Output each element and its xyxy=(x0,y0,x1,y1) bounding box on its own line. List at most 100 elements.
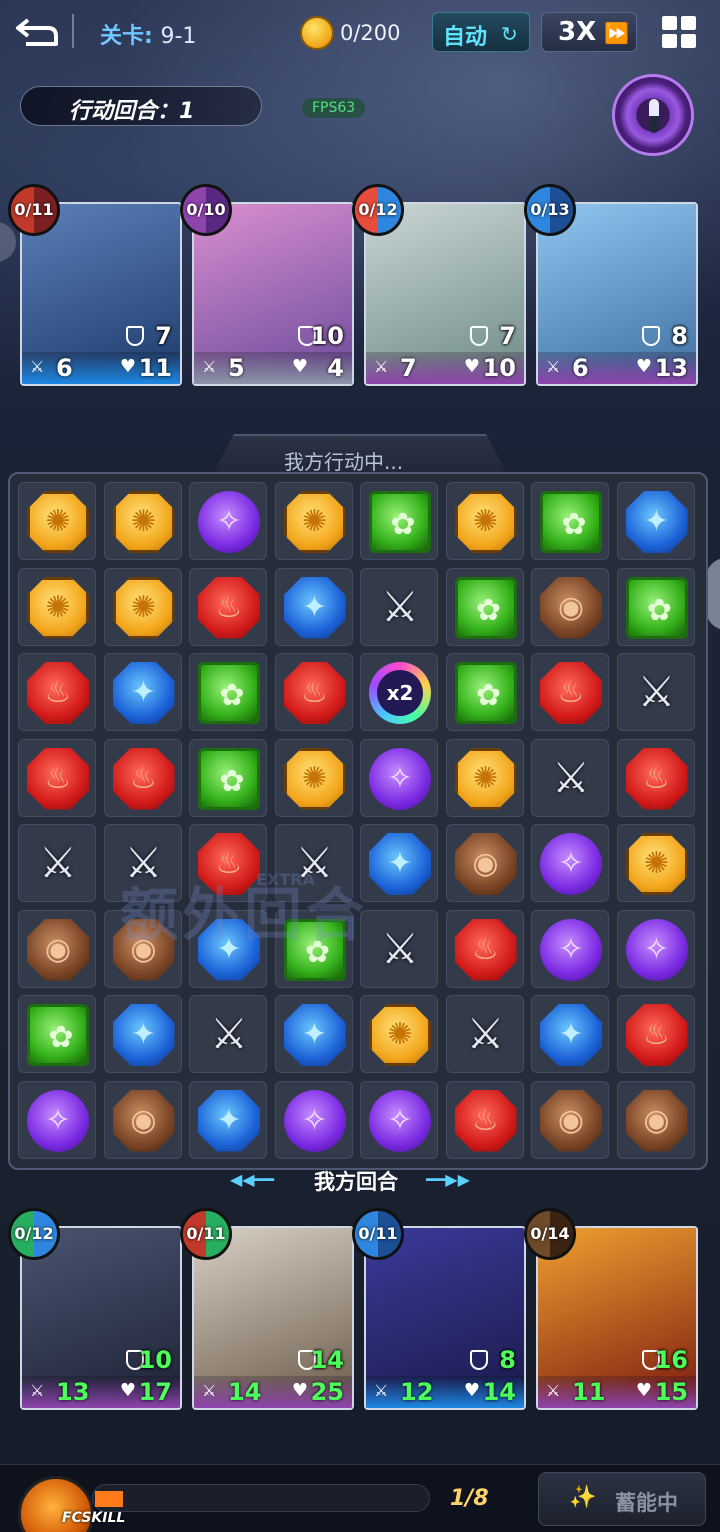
board-cell[interactable]: ✿ xyxy=(445,567,524,646)
sun-gem-icon[interactable]: ✺ xyxy=(27,491,89,553)
board-cell[interactable]: ♨ xyxy=(18,653,96,731)
board-cell[interactable]: ✧ xyxy=(360,738,438,817)
board-cell[interactable]: ✺ xyxy=(18,482,96,560)
sword-gem-icon[interactable]: ⚔ xyxy=(540,748,602,810)
grid-menu-icon[interactable] xyxy=(660,14,700,50)
board-cell[interactable]: ♨ xyxy=(18,738,96,817)
board-cell[interactable]: ✦ xyxy=(189,1080,267,1159)
back-icon[interactable] xyxy=(14,14,60,50)
leaf-gem-icon[interactable]: ✿ xyxy=(625,576,688,639)
board-cell[interactable]: ✺ xyxy=(445,738,524,817)
water-gem-icon[interactable]: ✦ xyxy=(198,1089,260,1152)
compass-icon[interactable] xyxy=(612,74,694,156)
fire-gem-icon[interactable]: ♨ xyxy=(27,662,89,724)
fire-gem-icon[interactable]: ♨ xyxy=(540,662,602,724)
board-cell[interactable]: x2 xyxy=(360,653,438,731)
board-cell[interactable]: ✦ xyxy=(103,995,182,1073)
fire-gem-icon[interactable]: ♨ xyxy=(454,918,517,981)
sun-gem-icon[interactable]: ✺ xyxy=(283,491,346,553)
sword-gem-icon[interactable]: ⚔ xyxy=(198,1004,260,1066)
board-cell[interactable]: ✺ xyxy=(274,482,353,560)
fire-gem-icon[interactable]: ♨ xyxy=(454,1089,517,1152)
board-cell[interactable]: ◉ xyxy=(18,909,96,988)
earth-gem-icon[interactable]: ◉ xyxy=(112,1089,175,1152)
sun-gem-icon[interactable]: ✺ xyxy=(112,576,175,639)
sun-gem-icon[interactable]: ✺ xyxy=(112,491,175,553)
leaf-gem-icon[interactable]: ✿ xyxy=(198,747,260,810)
fire-gem-icon[interactable]: ♨ xyxy=(198,576,260,639)
board-cell[interactable]: ◉ xyxy=(103,1080,182,1159)
board-cell[interactable]: ✺ xyxy=(445,482,524,560)
water-gem-icon[interactable]: ✦ xyxy=(283,1004,346,1066)
void-gem-icon[interactable]: ✧ xyxy=(540,918,602,981)
board-cell[interactable]: ⚔ xyxy=(445,995,524,1073)
board-cell[interactable]: ♨ xyxy=(445,1080,524,1159)
board-cell[interactable]: ✦ xyxy=(360,824,438,902)
board-cell[interactable]: ✺ xyxy=(103,567,182,646)
board-cell[interactable]: ✺ xyxy=(360,995,438,1073)
board-cell[interactable]: ♨ xyxy=(616,738,695,817)
void-gem-icon[interactable]: ✧ xyxy=(283,1089,346,1152)
fire-gem-icon[interactable]: ♨ xyxy=(27,747,89,810)
void-gem-icon[interactable]: ✧ xyxy=(540,833,602,895)
board-cell[interactable]: ✿ xyxy=(360,482,438,560)
sun-gem-icon[interactable]: ✺ xyxy=(625,833,688,895)
board-cell[interactable]: ♨ xyxy=(445,909,524,988)
board-cell[interactable]: ⚔ xyxy=(189,995,267,1073)
leaf-gem-icon[interactable]: ✿ xyxy=(454,576,517,639)
board-cell[interactable]: ♨ xyxy=(189,567,267,646)
void-gem-icon[interactable]: ✧ xyxy=(625,918,688,981)
board-cell[interactable]: ♨ xyxy=(103,738,182,817)
water-gem-icon[interactable]: ✦ xyxy=(540,1004,602,1066)
sun-gem-icon[interactable]: ✺ xyxy=(27,576,89,639)
void-gem-icon[interactable]: ✧ xyxy=(198,491,260,553)
board-cell[interactable]: ✦ xyxy=(103,653,182,731)
water-gem-icon[interactable]: ✦ xyxy=(625,491,688,553)
board-cell[interactable]: ✺ xyxy=(616,824,695,902)
earth-gem-icon[interactable]: ◉ xyxy=(454,833,517,895)
board-cell[interactable]: ✦ xyxy=(531,995,609,1073)
earth-gem-icon[interactable]: ◉ xyxy=(540,1089,602,1152)
void-gem-icon[interactable]: ✧ xyxy=(27,1089,89,1152)
void-gem-icon[interactable]: ✧ xyxy=(369,747,431,810)
sun-gem-icon[interactable]: ✺ xyxy=(283,747,346,810)
board-cell[interactable]: ✧ xyxy=(616,909,695,988)
fire-gem-icon[interactable]: ♨ xyxy=(283,662,346,724)
board-cell[interactable]: ✺ xyxy=(274,738,353,817)
board-cell[interactable]: ✦ xyxy=(274,995,353,1073)
leaf-gem-icon[interactable]: ✿ xyxy=(198,662,260,724)
water-gem-icon[interactable]: ✦ xyxy=(112,662,175,724)
board-cell[interactable]: ✧ xyxy=(18,1080,96,1159)
leaf-gem-icon[interactable]: ✿ xyxy=(454,662,517,724)
board-cell[interactable]: ✦ xyxy=(274,567,353,646)
leaf-gem-icon[interactable]: ✿ xyxy=(369,491,431,553)
sun-gem-icon[interactable]: ✺ xyxy=(454,747,517,810)
sword-gem-icon[interactable]: ⚔ xyxy=(369,577,431,639)
board-cell[interactable]: ✿ xyxy=(189,653,267,731)
board-cell[interactable]: ✧ xyxy=(360,1080,438,1159)
leaf-gem-icon[interactable]: ✿ xyxy=(27,1004,89,1066)
water-gem-icon[interactable]: ✦ xyxy=(283,576,346,639)
board-cell[interactable]: ✧ xyxy=(274,1080,353,1159)
board-cell[interactable]: ♨ xyxy=(274,653,353,731)
board-cell[interactable]: ✧ xyxy=(189,482,267,560)
board-cell[interactable]: ⚔ xyxy=(18,824,96,902)
fire-gem-icon[interactable]: ♨ xyxy=(112,747,175,810)
water-gem-icon[interactable]: ✦ xyxy=(369,833,431,895)
earth-gem-icon[interactable]: ◉ xyxy=(540,576,602,639)
board-cell[interactable]: ✧ xyxy=(531,824,609,902)
board-cell[interactable]: ✿ xyxy=(616,567,695,646)
sword-gem-icon[interactable]: ⚔ xyxy=(455,1004,517,1066)
sword-gem-icon[interactable]: ⚔ xyxy=(27,833,89,895)
board-cell[interactable]: ✿ xyxy=(18,995,96,1073)
board-cell[interactable]: ◉ xyxy=(531,567,609,646)
board-cell[interactable]: ✧ xyxy=(531,909,609,988)
board-cell[interactable]: ✺ xyxy=(18,567,96,646)
charge-button[interactable]: ✨ 蓄能中 xyxy=(538,1472,706,1526)
board-cell[interactable]: ✿ xyxy=(189,738,267,817)
earth-gem-icon[interactable]: ◉ xyxy=(27,918,89,981)
speed-button[interactable]: 3X ⏩ xyxy=(541,12,637,52)
leaf-gem-icon[interactable]: ✿ xyxy=(540,491,602,553)
sword-gem-icon[interactable]: ⚔ xyxy=(626,662,688,724)
board-cell[interactable]: ✦ xyxy=(616,482,695,560)
